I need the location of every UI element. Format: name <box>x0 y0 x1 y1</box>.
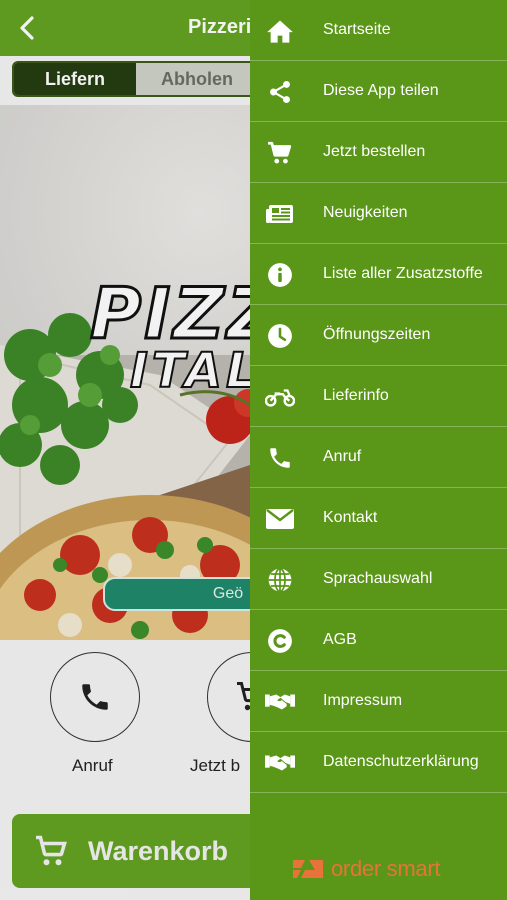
menu-item-imprint[interactable]: Impressum <box>250 671 507 732</box>
side-menu: Startseite Diese App teilen Jetzt bestel… <box>250 0 507 900</box>
menu-item-opening-hours[interactable]: Öffnungszeiten <box>250 305 507 366</box>
menu-item-news[interactable]: Neuigkeiten <box>250 183 507 244</box>
menu-label: AGB <box>323 631 357 648</box>
menu-label: Sprachauswahl <box>323 570 433 587</box>
envelope-icon <box>265 504 295 534</box>
phone-icon <box>265 443 295 473</box>
menu-label: Startseite <box>323 21 391 38</box>
menu-label: Jetzt bestellen <box>323 143 426 160</box>
brand-logo: order smart <box>291 856 440 882</box>
menu-item-share-app[interactable]: Diese App teilen <box>250 61 507 122</box>
menu-item-language[interactable]: Sprachauswahl <box>250 549 507 610</box>
menu-label: Neuigkeiten <box>323 204 408 221</box>
handshake-icon <box>265 748 295 778</box>
menu-item-order-now[interactable]: Jetzt bestellen <box>250 122 507 183</box>
info-icon <box>265 260 295 290</box>
menu-item-delivery-info[interactable]: Lieferinfo <box>250 366 507 427</box>
cart-icon <box>265 138 295 168</box>
menu-item-startseite[interactable]: Startseite <box>250 0 507 61</box>
clock-icon <box>265 321 295 351</box>
menu-label: Kontakt <box>323 509 378 526</box>
menu-item-additives[interactable]: Liste aller Zusatzstoffe <box>250 244 507 305</box>
motorbike-icon <box>265 382 295 412</box>
menu-label: Anruf <box>323 448 362 465</box>
menu-label: Liste aller Zusatzstoffe <box>323 265 483 282</box>
share-icon <box>265 77 295 107</box>
menu-item-terms[interactable]: AGB <box>250 610 507 671</box>
handshake-icon <box>265 687 295 717</box>
menu-label: Diese App teilen <box>323 82 439 99</box>
order-smart-logo-icon <box>293 860 323 878</box>
brand-name: order smart <box>331 856 441 881</box>
home-icon <box>265 16 295 46</box>
menu-label: Lieferinfo <box>323 387 389 404</box>
overlay-scrim[interactable] <box>0 0 250 900</box>
menu-item-call[interactable]: Anruf <box>250 427 507 488</box>
menu-item-privacy[interactable]: Datenschutzerklärung <box>250 732 507 793</box>
menu-label: Datenschutzerklärung <box>323 753 479 770</box>
menu-label: Öffnungszeiten <box>323 326 431 343</box>
copyright-icon <box>265 626 295 656</box>
menu-item-contact[interactable]: Kontakt <box>250 488 507 549</box>
globe-icon <box>265 565 295 595</box>
menu-label: Impressum <box>323 692 403 709</box>
news-icon <box>265 199 295 229</box>
